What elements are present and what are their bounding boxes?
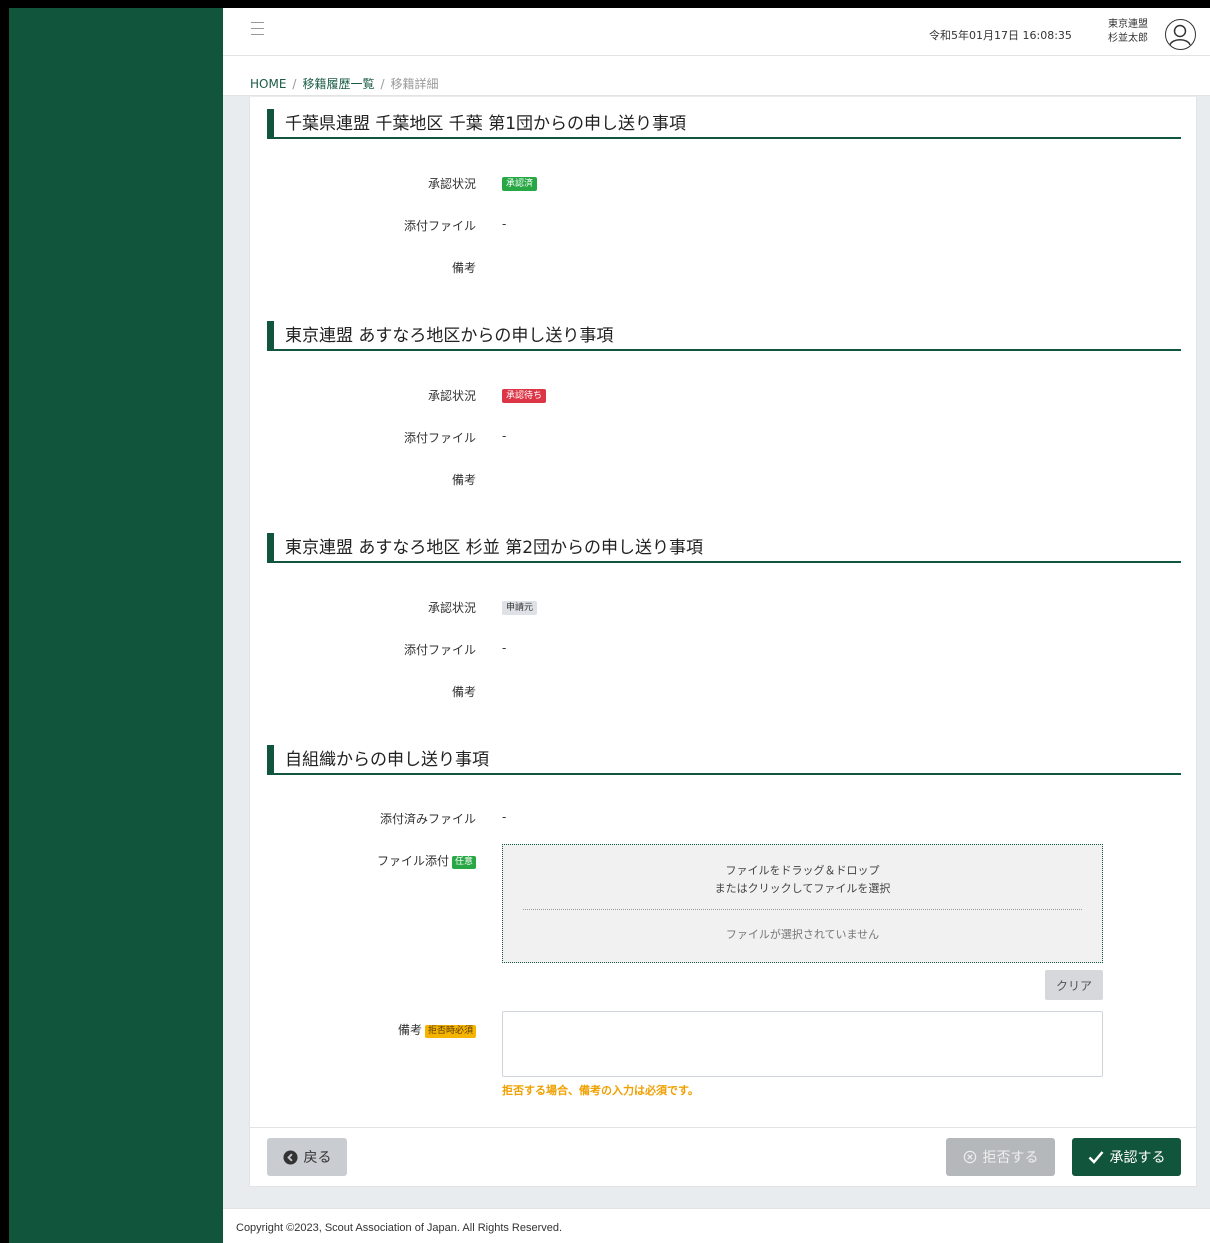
- note-label: 備考: [451, 261, 476, 275]
- section-title: 千葉県連盟 千葉地区 千葉 第1団からの申し送り事項: [267, 109, 1181, 139]
- file-label: 添付ファイル: [403, 431, 476, 445]
- file-label: 添付ファイル: [403, 643, 476, 657]
- status-label: 承認状況: [427, 389, 476, 403]
- user-info: 東京連盟 杉並太郎: [1108, 18, 1148, 46]
- close-circle-icon: [963, 1150, 976, 1164]
- approve-button[interactable]: 承認する: [1072, 1138, 1181, 1176]
- breadcrumb-separator: /: [380, 77, 385, 91]
- clear-button[interactable]: クリア: [1045, 970, 1103, 1000]
- file-attach-label: ファイル添付 任意: [250, 852, 476, 869]
- breadcrumb-current: 移籍詳細: [390, 77, 439, 91]
- approve-label: 承認する: [1109, 1150, 1166, 1166]
- user-name: 杉並太郎: [1108, 33, 1148, 44]
- section-title: 自組織からの申し送り事項: [267, 745, 1181, 775]
- dropzone-text: ファイルをドラッグ＆ドロップ: [725, 864, 880, 877]
- copyright-text: Copyright ©2023, Scout Association of Ja…: [236, 1222, 563, 1234]
- file-dropzone[interactable]: ファイルをドラッグ＆ドロップ またはクリックしてファイルを選択 ファイルが選択さ…: [502, 844, 1103, 963]
- back-label: 戻る: [303, 1150, 332, 1166]
- status-badge: 承認待ち: [502, 389, 547, 403]
- status-label: 承認状況: [427, 177, 476, 191]
- attached-file-label: 添付済みファイル: [379, 812, 476, 826]
- reject-button[interactable]: 拒否する: [946, 1138, 1055, 1176]
- file-value: -: [502, 429, 507, 443]
- avatar-icon[interactable]: [1165, 19, 1196, 50]
- main-area: 令和5年01月17日 16:08:35 東京連盟 杉並太郎 HOME / 移籍履歴一…: [223, 8, 1210, 1243]
- menu-icon[interactable]: [251, 22, 264, 35]
- dropzone-divider: [523, 909, 1082, 910]
- file-value: -: [502, 641, 507, 655]
- status-badge: 承認済: [502, 177, 538, 191]
- reject-label: 拒否する: [982, 1150, 1039, 1166]
- breadcrumb: HOME / 移籍履歴一覧 / 移籍詳細: [223, 56, 1210, 96]
- required-on-reject-tag: 拒否時必須: [424, 1025, 476, 1038]
- detail-card: 千葉県連盟 千葉地区 千葉 第1団からの申し送り事項 承認状況 承認済 添付ファ…: [249, 97, 1197, 1187]
- status-badge: 申請元: [502, 601, 538, 615]
- breadcrumb-list[interactable]: 移籍履歴一覧: [302, 77, 374, 91]
- datetime-display: 令和5年01月17日 16:08:35: [929, 29, 1072, 42]
- reject-note-warning: 拒否する場合、備考の入力は必須です。: [502, 1084, 699, 1097]
- breadcrumb-home[interactable]: HOME: [250, 77, 286, 91]
- section-title: 東京連盟 あすなろ地区からの申し送り事項: [267, 321, 1181, 351]
- optional-tag: 任意: [451, 856, 476, 869]
- status-label: 承認状況: [427, 601, 476, 615]
- note-input-label: 備考 拒否時必須: [250, 1021, 476, 1038]
- note-label: 備考: [451, 473, 476, 487]
- note-textarea[interactable]: [502, 1011, 1103, 1077]
- card-footer: 戻る 拒否する 承認する: [250, 1127, 1196, 1187]
- note-label: 備考: [451, 685, 476, 699]
- user-org: 東京連盟: [1108, 19, 1148, 30]
- file-value: -: [502, 217, 507, 231]
- dropzone-subtext: またはクリックしてファイルを選択: [714, 882, 891, 895]
- check-icon: [1088, 1151, 1103, 1164]
- section-title: 東京連盟 あすなろ地区 杉並 第2団からの申し送り事項: [267, 533, 1181, 563]
- file-attach-text: ファイル添付: [376, 854, 449, 868]
- breadcrumb-separator: /: [292, 77, 297, 91]
- app-window: 令和5年01月17日 16:08:35 東京連盟 杉並太郎 HOME / 移籍履歴一…: [9, 8, 1210, 1243]
- chevron-left-circle-icon: [282, 1149, 298, 1165]
- file-label: 添付ファイル: [403, 219, 476, 233]
- note-input-text: 備考: [397, 1023, 422, 1037]
- back-button[interactable]: 戻る: [267, 1138, 347, 1176]
- attached-file-value: -: [502, 810, 507, 824]
- sidebar: [9, 8, 223, 1243]
- top-header: 令和5年01月17日 16:08:35 東京連盟 杉並太郎: [223, 8, 1210, 56]
- no-file-text: ファイルが選択されていません: [725, 928, 880, 941]
